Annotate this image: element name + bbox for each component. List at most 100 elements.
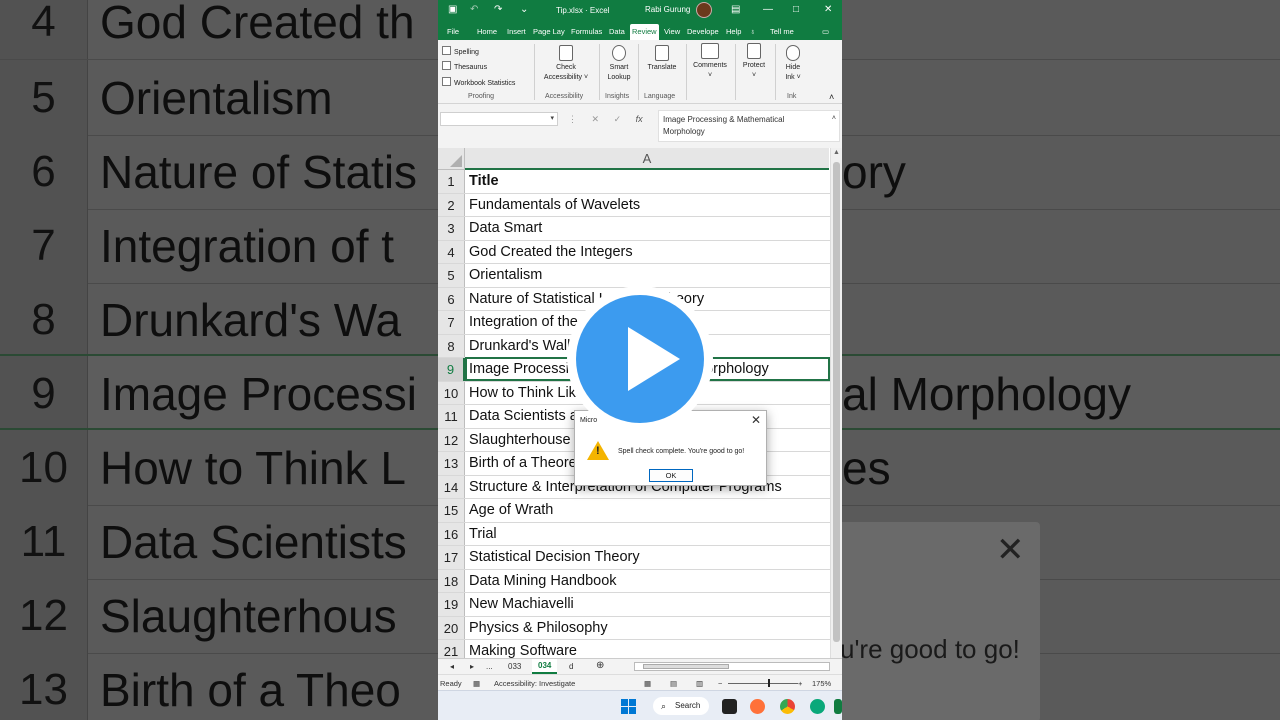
cell-a21[interactable]: Making Software — [469, 640, 577, 658]
undo-icon[interactable]: ↶ — [470, 4, 478, 15]
chevron-down-icon[interactable]: ▾ — [550, 114, 554, 122]
row-header[interactable]: 20 — [438, 616, 465, 639]
row-header[interactable]: 3 — [438, 217, 465, 240]
next-sheet-icon[interactable]: ▸ — [470, 662, 474, 671]
cell-a2[interactable]: Fundamentals of Wavelets — [469, 194, 640, 217]
vertical-scrollbar[interactable]: ▲ — [830, 148, 842, 658]
sheet-tab-034[interactable]: 034 — [532, 659, 558, 674]
enter-icon[interactable]: ✓ — [614, 114, 622, 124]
insert-function-icon[interactable]: fx — [636, 114, 643, 124]
cell-a20[interactable]: Physics & Philosophy — [469, 617, 608, 640]
comment-icon[interactable]: ▭ — [822, 27, 829, 36]
chevron-up-icon[interactable]: ˄ — [832, 113, 836, 125]
cell-a19[interactable]: New Machiavelli — [469, 593, 574, 616]
hide-ink-button[interactable]: Hide Ink ˅ — [778, 45, 808, 83]
taskbar-search[interactable]: ⌕ Search — [653, 697, 709, 715]
close-icon[interactable]: ✕ — [824, 4, 832, 15]
tell-me-search[interactable]: Tell me — [770, 27, 794, 36]
tab-review[interactable]: Review — [630, 24, 659, 40]
tab-insert[interactable]: Insert — [507, 27, 526, 36]
save-icon[interactable]: ▣ — [448, 4, 457, 15]
cancel-icon[interactable]: ✕ — [592, 114, 600, 124]
row-header[interactable]: 12 — [438, 428, 465, 451]
row-header[interactable]: 15 — [438, 499, 465, 522]
row-header[interactable]: 10 — [438, 381, 465, 404]
smart-lookup-button[interactable]: Smart Lookup — [603, 45, 635, 83]
cell-a1[interactable]: Title — [469, 170, 499, 193]
add-sheet-icon[interactable]: ⊕ — [596, 660, 604, 671]
scrollbar-thumb[interactable] — [643, 664, 729, 669]
row-header[interactable]: 9 — [438, 358, 465, 381]
translate-button[interactable]: Translate — [642, 45, 682, 73]
row-header[interactable]: 11 — [438, 405, 465, 428]
spelling-button[interactable]: Spelling — [442, 46, 479, 56]
chrome-icon[interactable] — [780, 699, 795, 714]
comments-button[interactable]: Comments ˅ — [688, 43, 732, 81]
row-header[interactable]: 19 — [438, 593, 465, 616]
windows-start-icon[interactable] — [621, 699, 637, 715]
prev-sheet-icon[interactable]: ◂ — [450, 662, 454, 671]
row-header[interactable]: 5 — [438, 264, 465, 287]
select-all-button[interactable] — [438, 148, 465, 170]
row-header[interactable]: 2 — [438, 193, 465, 216]
cell-a3[interactable]: Data Smart — [469, 217, 542, 240]
row-header[interactable]: 8 — [438, 334, 465, 357]
tab-file[interactable]: File — [447, 27, 459, 36]
minimize-icon[interactable]: — — [763, 4, 773, 15]
row-header[interactable]: 14 — [438, 475, 465, 498]
row-header[interactable]: 13 — [438, 452, 465, 475]
sheet-tab-033[interactable]: 033 — [508, 662, 521, 671]
horizontal-scrollbar[interactable] — [634, 662, 830, 671]
row-header[interactable]: 4 — [438, 240, 465, 263]
customize-icon[interactable]: ⌄ — [520, 4, 528, 15]
tab-view[interactable]: View — [664, 27, 680, 36]
row-header[interactable]: 21 — [438, 640, 465, 658]
cell-a18[interactable]: Data Mining Handbook — [469, 570, 617, 593]
ok-button[interactable]: OK — [649, 469, 693, 482]
cell-a16[interactable]: Trial — [469, 523, 497, 546]
sheet-tab-d[interactable]: d — [569, 662, 573, 671]
column-header-a[interactable]: A — [465, 148, 829, 170]
row-header[interactable]: 6 — [438, 287, 465, 310]
page-break-view-icon[interactable]: ▥ — [696, 679, 703, 688]
protect-button[interactable]: Protect ˅ — [737, 43, 771, 81]
task-view-icon[interactable] — [722, 699, 737, 714]
redo-icon[interactable]: ↷ — [494, 4, 502, 15]
maximize-icon[interactable]: □ — [793, 4, 799, 15]
zoom-slider-handle[interactable] — [768, 679, 770, 687]
firefox-icon[interactable] — [750, 699, 765, 714]
cell-a13[interactable]: Birth of a Theorem — [469, 452, 589, 475]
zoom-level[interactable]: 175% — [812, 679, 831, 688]
formula-input[interactable]: Image Processing & Mathematical Morpholo… — [658, 110, 840, 142]
zoom-out-button[interactable]: − — [718, 679, 722, 688]
workbook-statistics-button[interactable]: Workbook Statistics — [442, 77, 515, 87]
tab-page-layout[interactable]: Page Lay — [533, 27, 565, 36]
close-icon[interactable]: ✕ — [751, 413, 761, 427]
zoom-slider[interactable] — [728, 683, 798, 684]
accessibility-status[interactable]: Accessibility: Investigate — [494, 679, 575, 688]
cell-a15[interactable]: Age of Wrath — [469, 499, 553, 522]
check-accessibility-button[interactable]: Check Accessibility ˅ — [538, 45, 594, 83]
row-header[interactable]: 16 — [438, 522, 465, 545]
normal-view-icon[interactable]: ▦ — [644, 679, 651, 688]
macro-record-icon[interactable]: ▦ — [473, 679, 480, 688]
tab-help[interactable]: Help — [726, 27, 741, 36]
row-header[interactable]: 18 — [438, 569, 465, 592]
tab-home[interactable]: Home — [477, 27, 497, 36]
cell-a5[interactable]: Orientalism — [469, 264, 542, 287]
more-sheets[interactable]: ... — [486, 662, 493, 671]
zoom-in-button[interactable]: + — [798, 679, 802, 688]
cell-a17[interactable]: Statistical Decision Theory — [469, 546, 640, 569]
thesaurus-button[interactable]: Thesaurus — [442, 61, 487, 71]
tab-formulas[interactable]: Formulas — [571, 27, 602, 36]
row-header[interactable]: 17 — [438, 546, 465, 569]
ribbon-display-icon[interactable]: ▤ — [731, 4, 740, 15]
scrollbar-thumb[interactable] — [833, 162, 840, 642]
tab-data[interactable]: Data — [609, 27, 625, 36]
play-button[interactable] — [567, 286, 713, 432]
cell-a4[interactable]: God Created the Integers — [469, 241, 633, 264]
edge-icon[interactable] — [810, 699, 825, 714]
tab-developer[interactable]: Develope — [687, 27, 719, 36]
collapse-ribbon-icon[interactable]: ˄ — [829, 92, 834, 102]
name-box[interactable]: ▾ — [440, 112, 558, 126]
